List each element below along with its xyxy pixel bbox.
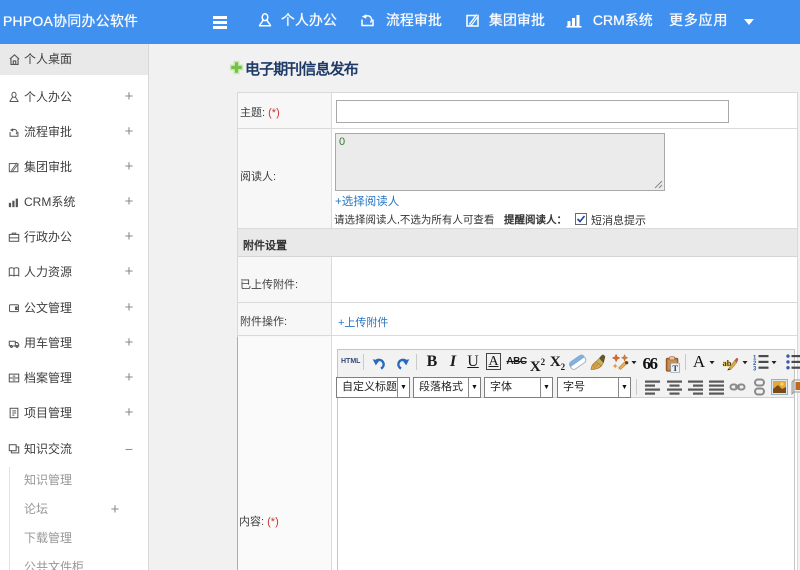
svg-text:T: T <box>672 363 678 373</box>
svg-text:3: 3 <box>753 367 757 372</box>
